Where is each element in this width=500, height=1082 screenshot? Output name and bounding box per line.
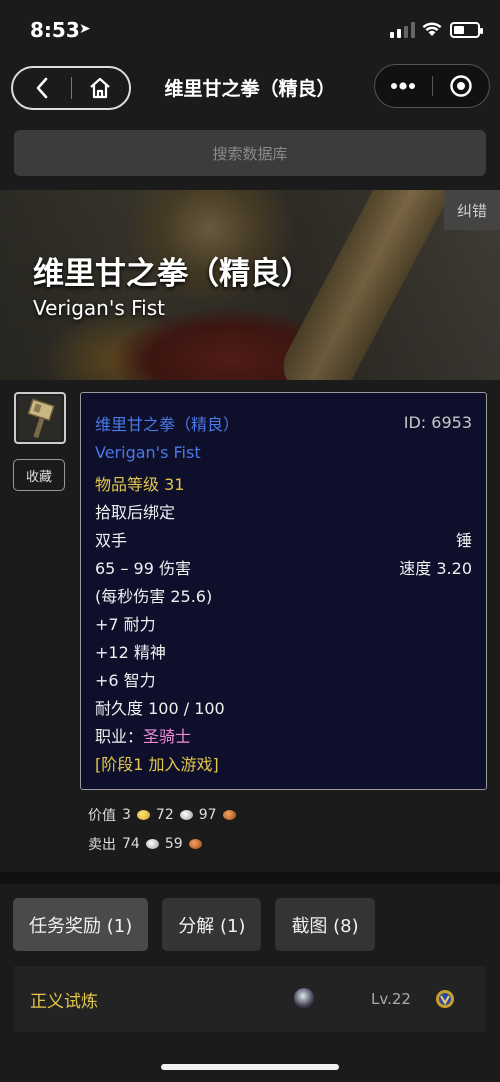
gold-coin-icon	[136, 810, 150, 820]
item-icon	[14, 392, 66, 444]
item-durability: 耐久度 100 / 100	[95, 699, 225, 718]
item-tooltip: 维里甘之拳（精良） ID: 6953 Verigan's Fist 物品等级 3…	[80, 392, 487, 790]
status-time: 8:53	[30, 18, 80, 42]
list-item[interactable]: 正义试炼 Lv.22	[14, 966, 486, 1032]
item-binding: 拾取后绑定	[95, 503, 176, 522]
value-copper: 97	[198, 807, 217, 823]
copper-coin-icon	[188, 839, 202, 849]
target-circle-icon	[450, 75, 472, 97]
value-gold: 3	[122, 807, 131, 823]
item-speed: 速度 3.20	[399, 559, 472, 578]
banner-subtitle: Verigan's Fist	[33, 296, 165, 320]
more-button[interactable]	[375, 82, 432, 90]
quest-icon	[294, 988, 314, 1008]
item-class-row: 职业：圣骑士	[95, 723, 191, 747]
item-class-value[interactable]: 圣骑士	[143, 727, 191, 746]
sell-label: 卖出	[88, 837, 116, 853]
section-divider	[0, 872, 500, 884]
item-damage: 65 – 99 伤害	[95, 559, 191, 578]
tab-bar: 任务奖励 (1) 分解 (1) 截图 (8)	[13, 898, 375, 951]
quest-level: Lv.22	[371, 990, 411, 1008]
tab-disenchant[interactable]: 分解 (1)	[162, 898, 262, 951]
item-class-label: 职业：	[95, 727, 144, 746]
status-bar: 8:53 ➤	[0, 0, 500, 60]
item-phase: [阶段1 加入游戏]	[95, 755, 219, 774]
value-silver: 72	[155, 807, 174, 823]
cellular-signal-icon	[390, 22, 415, 38]
close-miniprogram-button[interactable]	[433, 74, 490, 98]
report-error-button[interactable]: 纠错	[444, 190, 500, 230]
nav-capsule-right	[374, 64, 490, 108]
item-stat: +6 智力	[95, 671, 156, 690]
alliance-faction-icon	[436, 990, 454, 1008]
item-value-row: 价值 3 72 97	[88, 805, 236, 825]
item-banner: 维里甘之拳（精良） Verigan's Fist 纠错	[0, 190, 500, 380]
item-name-cn: 维里甘之拳（精良）	[95, 415, 240, 434]
item-slot: 双手	[95, 531, 128, 550]
home-indicator	[161, 1064, 339, 1070]
sell-silver: 74	[122, 836, 140, 852]
tab-quest-reward[interactable]: 任务奖励 (1)	[13, 898, 149, 951]
copper-coin-icon	[222, 810, 236, 820]
item-name-en: Verigan's Fist	[95, 443, 201, 462]
search-placeholder: 搜索数据库	[212, 144, 288, 163]
search-input[interactable]: 搜索数据库	[14, 130, 486, 176]
item-sell-row: 卖出 74 59	[88, 834, 202, 854]
hammer-icon	[18, 396, 62, 440]
location-arrow-icon: ➤	[79, 21, 91, 37]
item-stat: +12 精神	[95, 643, 166, 662]
wifi-icon	[422, 22, 442, 36]
item-level: 物品等级 31	[95, 475, 185, 494]
battery-icon	[450, 22, 483, 38]
sell-copper: 59	[164, 836, 183, 852]
banner-title: 维里甘之拳（精良）	[33, 256, 312, 292]
value-label: 价值	[88, 808, 116, 824]
item-type: 锤	[455, 531, 472, 550]
item-dps: (每秒伤害 25.6)	[95, 587, 213, 606]
item-id: ID: 6953	[403, 413, 472, 432]
quest-name: 正义试炼	[30, 991, 98, 1012]
favorite-button[interactable]: 收藏	[13, 459, 65, 491]
more-dots-icon	[391, 82, 416, 90]
nav-bar: 维里甘之拳（精良）	[0, 60, 500, 118]
tab-screenshots[interactable]: 截图 (8)	[275, 898, 375, 951]
item-stat: +7 耐力	[95, 615, 156, 634]
silver-coin-icon	[145, 839, 159, 849]
silver-coin-icon	[179, 810, 193, 820]
